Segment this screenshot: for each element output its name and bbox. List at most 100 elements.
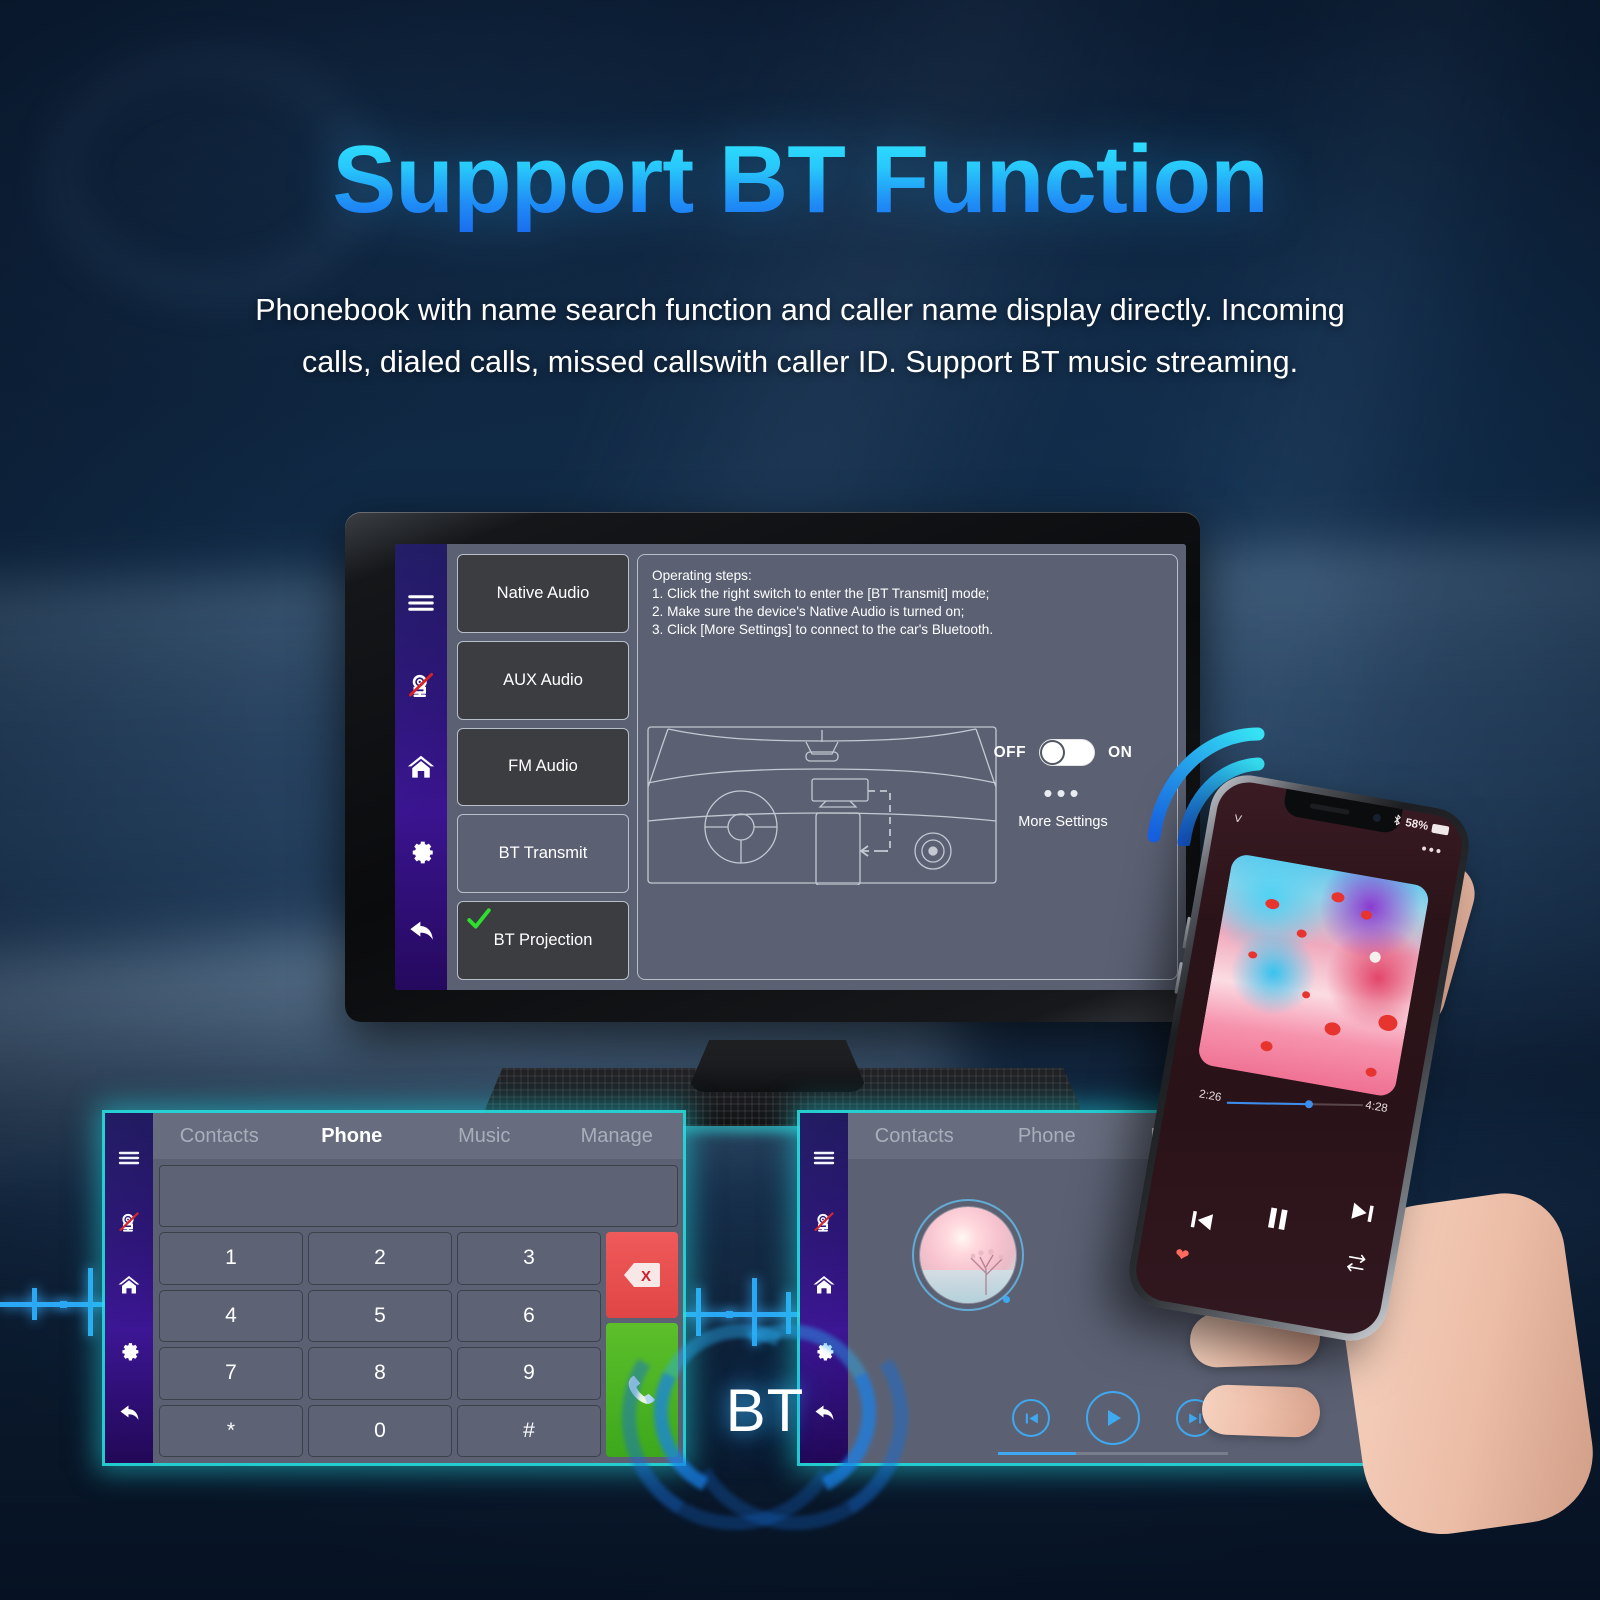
no-camera-icon[interactable] [812,1210,836,1239]
key-9[interactable]: 9 [457,1347,601,1400]
home-icon[interactable] [406,752,436,782]
phone-next-button[interactable] [1346,1196,1379,1233]
elapsed-time: 2:26 [1198,1088,1223,1105]
phone-progress-bar[interactable] [1226,1100,1363,1109]
home-icon[interactable] [812,1273,836,1302]
back-arrow-icon[interactable] [117,1401,141,1430]
dialer-number-display[interactable] [159,1165,678,1227]
menu-item-fm-audio[interactable]: FM Audio [457,727,629,807]
bt-transmit-toggle-area: OFF ON ••• More Settings [973,739,1153,830]
settings-gear-icon[interactable] [406,834,436,864]
dialer-sidebar[interactable] [105,1113,153,1463]
checkmark-icon [466,906,491,930]
key-8[interactable]: 8 [308,1347,452,1400]
menu-icon[interactable] [117,1146,141,1175]
menu-item-label: FM Audio [508,757,578,776]
phone-more-dots-icon[interactable]: ••• [1420,840,1444,861]
menu-item-bt-transmit[interactable]: BT Transmit [457,814,629,894]
phone-pause-button[interactable] [1260,1201,1296,1241]
battery-icon [1431,823,1450,835]
dialer-body: 1 2 3 4 5 6 7 8 9 * 0 # X [153,1159,683,1463]
header: Support BT Function Phonebook with name … [0,128,1600,389]
instructions-panel: Operating steps: 1. Click the right swit… [637,554,1178,980]
tab-contacts[interactable]: Contacts [848,1125,981,1148]
total-time: 4:28 [1364,1099,1389,1116]
phone-progress-knob[interactable] [1304,1100,1313,1109]
tab-contacts[interactable]: Contacts [153,1125,286,1148]
key-5[interactable]: 5 [308,1289,452,1342]
home-icon[interactable] [117,1273,141,1302]
key-0[interactable]: 0 [308,1404,452,1457]
key-hash[interactable]: # [457,1404,601,1457]
heart-icon[interactable]: ❤ [1173,1245,1190,1267]
menu-item-label: AUX Audio [503,670,583,689]
play-icon [1108,1410,1121,1426]
backspace-icon: X [624,1262,660,1287]
chevron-down-icon[interactable]: ˅ [1232,810,1244,828]
toggle-off-label: OFF [993,743,1027,761]
play-button[interactable] [1086,1391,1140,1445]
monitor-screen[interactable]: Native Audio AUX Audio FM Audio BT Trans… [395,544,1186,990]
page-subtitle: Phonebook with name search function and … [255,292,1345,380]
more-settings-label[interactable]: More Settings [973,814,1153,830]
menu-icon[interactable] [406,588,436,618]
key-3[interactable]: 3 [457,1232,601,1285]
phone-album-art [1196,852,1431,1099]
key-7[interactable]: 7 [159,1347,303,1400]
more-settings-dots-icon[interactable]: ••• [973,780,1153,806]
phone-dialer-panel[interactable]: Contacts Phone Music Manage 1 2 3 4 5 6 … [105,1113,683,1463]
key-1[interactable]: 1 [159,1232,303,1285]
toggle-row: OFF ON [973,739,1153,766]
menu-item-bt-projection[interactable]: BT Projection [457,901,629,980]
previous-track-button[interactable] [1012,1399,1050,1437]
back-arrow-icon[interactable] [406,916,436,946]
dialer-keypad[interactable]: 1 2 3 4 5 6 7 8 9 * 0 # [159,1232,601,1457]
svg-text:X: X [641,1268,651,1285]
dialer-keypad-area: 1 2 3 4 5 6 7 8 9 * 0 # X [159,1232,678,1457]
tab-phone[interactable]: Phone [286,1125,419,1148]
car-dashboard-illustration [646,725,998,886]
key-6[interactable]: 6 [457,1289,601,1342]
menu-item-label: Native Audio [496,583,590,602]
toggle-on-label: ON [1108,743,1133,761]
tab-manage[interactable]: Manage [551,1125,684,1148]
menu-item-label: BT Transmit [498,844,588,863]
menu-item-aux-audio[interactable]: AUX Audio [457,640,629,720]
bt-badge: BT [598,1280,932,1554]
main-screen-content: Native Audio AUX Audio FM Audio BT Trans… [447,544,1186,990]
key-2[interactable]: 2 [308,1232,452,1285]
battery-percent: 58% [1404,816,1430,833]
repeat-icon[interactable] [1344,1251,1368,1279]
settings-gear-icon[interactable] [117,1337,141,1366]
no-camera-icon[interactable] [117,1210,141,1239]
tab-music[interactable]: Music [418,1125,551,1148]
menu-icon[interactable] [812,1146,836,1175]
album-art-thumbnail [920,1207,1016,1303]
audio-mode-menu: Native Audio AUX Audio FM Audio BT Trans… [457,554,629,980]
phone-previous-button[interactable] [1184,1204,1217,1241]
phone-front-camera [1372,813,1382,823]
finger-4 [1201,1383,1321,1439]
main-screen-sidebar[interactable] [395,544,447,990]
menu-item-native-audio[interactable]: Native Audio [457,554,629,633]
car-display-monitor: Native Audio AUX Audio FM Audio BT Trans… [345,512,1200,1022]
dialer-main: Contacts Phone Music Manage 1 2 3 4 5 6 … [153,1113,683,1463]
key-4[interactable]: 4 [159,1289,303,1342]
bt-label: BT [725,1376,805,1444]
key-star[interactable]: * [159,1404,303,1457]
bluetooth-icon [1391,813,1403,830]
page-title: Support BT Function [0,128,1600,232]
music-progress-bar[interactable] [998,1452,1228,1455]
no-camera-icon[interactable] [406,670,436,700]
backspace-delete-key[interactable]: X [606,1232,678,1318]
toggle-knob [1042,742,1064,763]
phone-status-bar: 58% [1391,813,1450,839]
bt-transmit-toggle[interactable] [1039,739,1096,766]
previous-icon [1025,1413,1038,1423]
tab-phone[interactable]: Phone [981,1125,1114,1148]
phone-earpiece [1309,803,1350,815]
dialer-tabs[interactable]: Contacts Phone Music Manage [153,1113,683,1159]
menu-item-label: BT Projection [493,931,593,950]
operating-steps-text: Operating steps: 1. Click the right swit… [652,568,994,638]
monitor-stand [690,1040,865,1092]
